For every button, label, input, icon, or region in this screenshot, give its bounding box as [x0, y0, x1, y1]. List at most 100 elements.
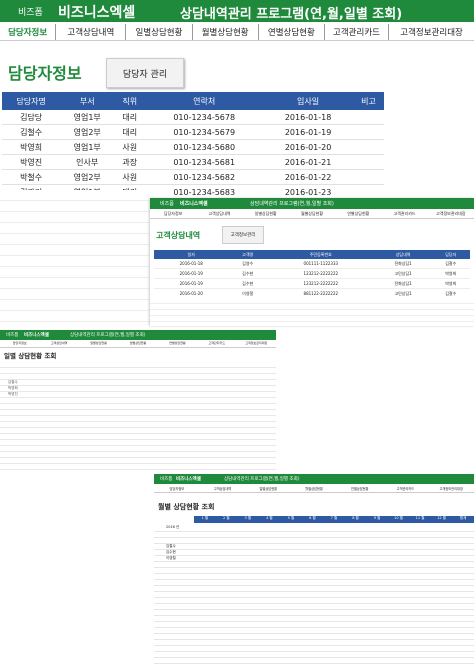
table-cell: 001111-1122333: [266, 259, 375, 269]
preview-tab[interactable]: 고객정보관리대장: [237, 340, 276, 347]
preview-tab[interactable]: 고객정보관리대장: [428, 209, 474, 218]
table-row[interactable]: 박철수 영업2부 사원 010-1234-5682 2016-01-22: [2, 169, 384, 185]
table-cell: 010-1234-5680: [145, 139, 264, 155]
preview-tab[interactable]: 고객관리카드: [381, 209, 427, 218]
app-title: 상담내역관리 프로그램(연,월,일별 조회): [224, 477, 300, 482]
month-label: 10 월: [394, 516, 403, 520]
tab-staff-info[interactable]: 담당자정보: [0, 24, 57, 40]
table-cell: 2016-01-21: [263, 154, 353, 170]
preview-tab[interactable]: 고객관리카드: [383, 484, 429, 492]
column-header: 담당자: [431, 250, 470, 259]
brand-logo: 비즈니스엑셀: [180, 201, 208, 207]
brand-logo: 비즈니스엑셀: [58, 5, 136, 21]
table-cell: 전화상담1: [374, 278, 432, 289]
sheet-rows: [0, 190, 150, 330]
table-row[interactable]: 김철수 영업2부 대리 010-1234-5679 2016-01-19: [2, 124, 384, 140]
table-cell: 김영수: [228, 259, 267, 269]
preview-daily: 비즈폼 비즈니스엑셀 상담내역관리 프로그램(연,월,일별 조회) 담당자정보 고…: [0, 330, 276, 470]
brand-small: 비즈폼: [6, 333, 19, 338]
staff-table: 담당자명 부서 직위 연락처 입사일 비고 김담당 영업1부 대리 010-1234-5678 2…: [2, 92, 384, 200]
table-row[interactable]: 2016-01-19 김수현 123212-2222222 고민상담1 박영희: [154, 268, 470, 279]
row-name: 박영진: [8, 392, 18, 396]
table-cell: 010-1234-5678: [145, 110, 264, 125]
preview-tab[interactable]: 일별상담현황: [243, 209, 289, 218]
preview-tab[interactable]: 고객상담내역: [200, 484, 246, 492]
table-cell: 2016-01-19: [263, 124, 353, 140]
manage-staff-button[interactable]: 담당자 관리: [106, 58, 184, 88]
table-row[interactable]: 박영희 영업1부 사원 010-1234-5680 2016-01-20: [2, 139, 384, 155]
table-row[interactable]: 박영진 인사부 과장 010-1234-5681 2016-01-21: [2, 154, 384, 170]
preview-tab[interactable]: 월별상담현황: [289, 209, 335, 218]
sheet-rows: [154, 526, 474, 668]
row-name: 김수현: [166, 550, 176, 554]
preview-monthly: 비즈폼 비즈니스엑셀 상담내역관리 프로그램(연,월,일별 조회) 담당자정보 고…: [154, 474, 474, 668]
column-header: 담당자명: [2, 92, 61, 110]
app-title: 상담내역관리 프로그램(연,월,일별 조회): [70, 333, 146, 338]
preview-tab[interactable]: 고객정보관리대장: [428, 484, 474, 492]
table-cell: 박영진: [2, 154, 61, 170]
preview-tab[interactable]: 연별상담현황: [335, 209, 381, 218]
month-label: 9 월: [373, 516, 381, 520]
table-row[interactable]: 2016-01-19 김수현 123212-2222222 전화상담1 박영희: [154, 278, 470, 289]
table-row[interactable]: 김담당 영업1부 대리 010-1234-5678 2016-01-18: [2, 110, 384, 125]
preview-tab[interactable]: 일별상담현황: [79, 340, 118, 347]
table-row[interactable]: 2016-01-18 김영수 001111-1122333 전화상담1 김철수: [154, 259, 470, 269]
preview-tab[interactable]: 고객관리카드: [197, 340, 236, 347]
preview-tab[interactable]: 담당자정보: [154, 484, 200, 492]
preview-tab[interactable]: 고객상담내역: [39, 340, 78, 347]
table-cell: 2016-01-20: [154, 288, 229, 299]
preview-tab[interactable]: 고객상담내역: [196, 209, 242, 218]
table-cell: 인사부: [60, 154, 115, 170]
preview-tab[interactable]: 연별상담현황: [337, 484, 383, 492]
preview-tab[interactable]: 일별상담현황: [245, 484, 291, 492]
preview-tab[interactable]: 담당자정보: [0, 340, 39, 347]
table-cell: 2016-01-18: [263, 110, 353, 125]
table-cell: 박영희: [431, 278, 470, 289]
sheet-rows: [0, 362, 276, 470]
preview-title: 일별 상담현황 조회: [4, 352, 57, 360]
brand-small: 비즈폼: [160, 201, 174, 207]
table-cell: 사원: [114, 139, 146, 155]
preview-tab[interactable]: 월별상담현황: [118, 340, 157, 347]
table-cell: 고민상담1: [374, 288, 432, 299]
column-header: 일자: [154, 250, 229, 259]
month-label: 5 월: [287, 516, 295, 520]
month-header: 1 월 2 월 3 월 4 월 5 월 6 월 7 월 8 월 9 월 10 월 11 월 12 월 합…: [194, 516, 474, 523]
tab-monthly[interactable]: 월별상담현황: [193, 24, 259, 40]
customer-manage-button[interactable]: 고객정보관리: [222, 226, 264, 244]
table-cell: 고민상담1: [374, 268, 432, 279]
table-cell: 영업1부: [60, 110, 115, 125]
table-cell: 881122-2222222: [266, 288, 375, 299]
table-cell: 010-1234-5682: [145, 169, 264, 185]
table-cell: 이영철: [228, 288, 267, 299]
month-label: 2 월: [223, 516, 230, 520]
tab-daily[interactable]: 일별상담현황: [126, 24, 193, 40]
tab-yearly[interactable]: 연별상담현황: [259, 24, 325, 40]
app-title: 상담내역관리 프로그램(연,월,일별 조회): [180, 7, 403, 22]
table-cell: 2016-01-19: [154, 278, 229, 289]
table-cell: [352, 139, 384, 155]
preview-tab[interactable]: 월별상담현황: [291, 484, 337, 492]
year-select[interactable]: 2016 년: [166, 525, 179, 530]
brand-logo: 비즈니스엑셀: [24, 333, 49, 338]
column-header: 주민등록번호: [266, 250, 375, 259]
month-label: 합계: [459, 516, 467, 520]
table-cell: 영업2부: [60, 124, 115, 140]
column-header: 직위: [114, 92, 146, 110]
preview-tab[interactable]: 연별상담현황: [158, 340, 197, 347]
month-label: 6 월: [309, 516, 316, 520]
tab-customer-ledger[interactable]: 고객정보관리대장: [389, 24, 474, 40]
table-cell: 박영희: [431, 268, 470, 279]
brand-small: 비즈폼: [18, 8, 43, 18]
preview-nav: 담당자정보 고객상담내역 일별상담현황 월별상담현황 연별상담현황 고객관리카드 고객정보관…: [150, 209, 474, 219]
table-cell: 사원: [114, 169, 146, 185]
table-row[interactable]: 2016-01-20 이영철 881122-2222222 고민상담1 김철수: [154, 288, 470, 299]
preview-tab[interactable]: 담당자정보: [150, 209, 196, 218]
table-cell: 김담당: [2, 110, 61, 125]
column-header: 연락처: [145, 92, 264, 110]
tab-customer-consult[interactable]: 고객상담내역: [56, 24, 127, 40]
column-header: 비고: [352, 92, 384, 110]
tab-customer-card[interactable]: 고객관리카드: [325, 24, 390, 40]
preview-nav: 담당자정보 고객상담내역 일별상담현황 월별상담현황 연별상담현황 고객관리카드 고객정보관…: [0, 340, 276, 348]
app-title: 상담내역관리 프로그램(연,월,일별 조회): [250, 201, 334, 207]
